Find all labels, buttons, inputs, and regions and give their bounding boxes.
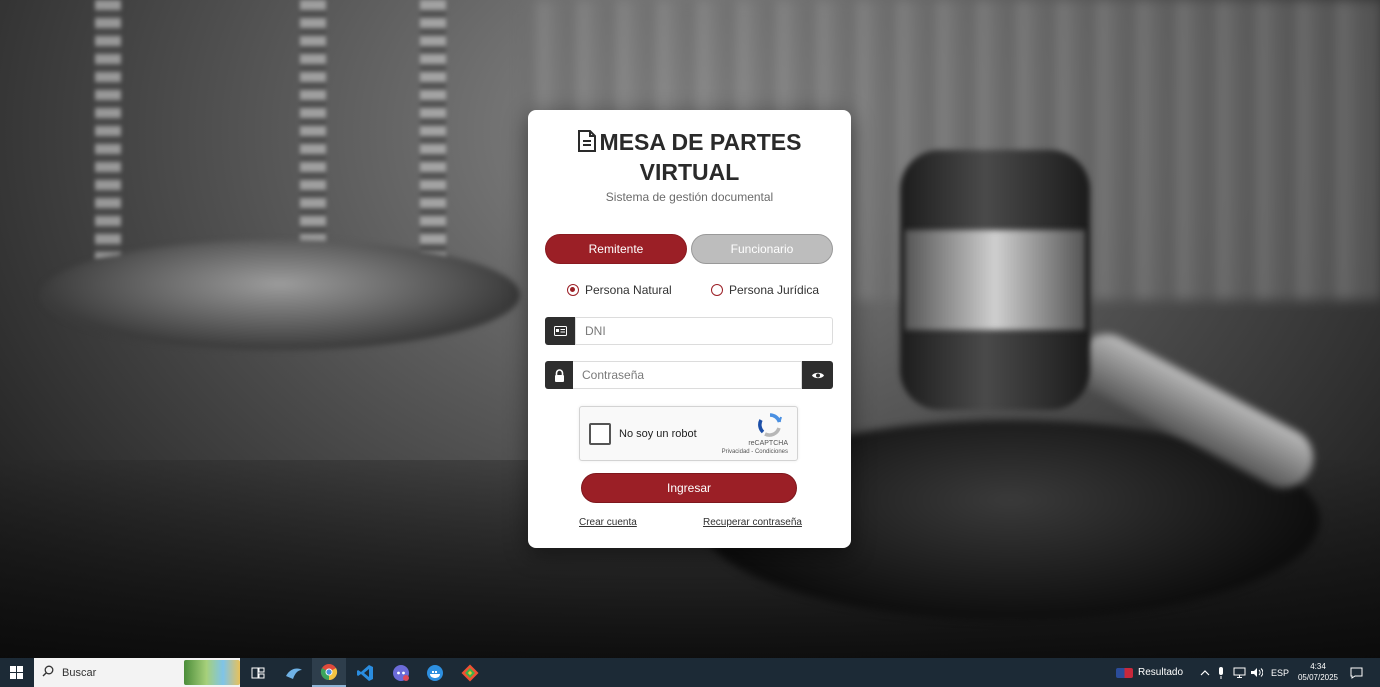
network-icon[interactable] — [1233, 658, 1246, 687]
taskbar: Buscar Resultado ESP 4:34 05/07/2025 — [0, 658, 1380, 687]
document-icon — [577, 130, 596, 158]
discord-icon[interactable] — [384, 658, 418, 687]
password-field-group — [545, 361, 833, 389]
tray-chevron-up-icon[interactable] — [1200, 658, 1210, 687]
create-account-link[interactable]: Crear cuenta — [579, 517, 637, 528]
search-icon — [42, 664, 54, 682]
radio-selected-icon — [567, 284, 579, 296]
notification-icon[interactable] — [1350, 658, 1363, 687]
news-widget[interactable]: Resultado — [1116, 658, 1183, 687]
page-title: MESA DE PARTES VIRTUAL — [528, 128, 851, 186]
search-label: Buscar — [62, 666, 97, 679]
captcha-checkbox[interactable] — [589, 423, 611, 445]
recaptcha-widget: No soy un robot reCAPTCHA Privacidad - C… — [579, 406, 798, 461]
search-highlight-image — [184, 660, 240, 685]
eye-icon[interactable] — [802, 361, 833, 389]
page-subtitle: Sistema de gestión documental — [605, 190, 774, 204]
ingresar-button[interactable]: Ingresar — [581, 473, 797, 503]
volume-icon[interactable] — [1250, 658, 1263, 687]
tab-remitente[interactable]: Remitente — [545, 234, 687, 264]
captcha-terms-link[interactable]: Privacidad - Condiciones — [722, 449, 788, 455]
clock-time: 4:34 — [1310, 662, 1326, 671]
title-line-1: MESA DE PARTES — [599, 129, 802, 155]
radio-persona-juridica[interactable]: Persona Jurídica — [711, 283, 819, 297]
windows-start-icon[interactable] — [0, 658, 32, 687]
clock-date: 05/07/2025 — [1297, 673, 1339, 682]
recaptcha-logo-icon — [758, 413, 782, 437]
chrome-icon[interactable] — [312, 658, 346, 687]
task-view-icon[interactable] — [241, 658, 275, 687]
radio-persona-natural-label: Persona Natural — [585, 283, 672, 297]
dni-input[interactable] — [575, 317, 833, 345]
password-input[interactable] — [573, 361, 802, 389]
vscode-icon[interactable] — [348, 658, 382, 687]
git-icon[interactable] — [453, 658, 487, 687]
docker-icon[interactable] — [418, 658, 452, 687]
radio-persona-natural[interactable]: Persona Natural — [567, 283, 672, 297]
language-indicator[interactable]: ESP — [1271, 658, 1289, 687]
news-label: Resultado — [1138, 667, 1184, 678]
mlb-icon — [1116, 667, 1133, 678]
login-card: MESA DE PARTES VIRTUAL Sistema de gestió… — [528, 110, 851, 548]
app-bird-icon[interactable] — [277, 658, 311, 687]
radio-unselected-icon — [711, 284, 723, 296]
dni-field-group — [545, 317, 833, 345]
id-card-icon — [545, 317, 575, 345]
title-line-2: VIRTUAL — [639, 159, 740, 185]
taskbar-search[interactable]: Buscar — [34, 658, 240, 687]
captcha-label: No soy un robot — [619, 428, 697, 440]
tab-funcionario[interactable]: Funcionario — [691, 234, 833, 264]
microphone-icon[interactable] — [1217, 658, 1225, 687]
captcha-brand: reCAPTCHA — [748, 440, 788, 447]
radio-persona-juridica-label: Persona Jurídica — [729, 283, 820, 297]
recover-password-link[interactable]: Recuperar contraseña — [703, 517, 802, 528]
clock[interactable]: 4:34 05/07/2025 — [1292, 661, 1344, 683]
lock-icon — [545, 361, 573, 389]
